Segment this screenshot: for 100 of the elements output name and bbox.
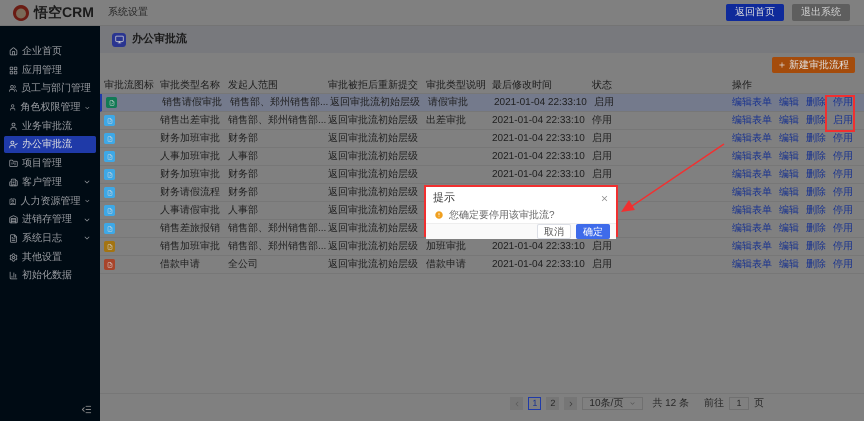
action-link[interactable]: 编辑表单 — [732, 149, 772, 164]
table-cell-text: 返回审批流初始层级 — [327, 114, 419, 128]
action-link[interactable]: 删除 — [806, 203, 826, 218]
sidebar-item[interactable]: 客户管理 — [4, 174, 96, 191]
action-link[interactable]: 编辑 — [779, 221, 799, 236]
logo-text: 悟空CRM — [34, 3, 95, 22]
sidebar-item[interactable]: 员工与部门管理 — [4, 80, 96, 98]
sidebar-item[interactable]: 其他设置 — [4, 248, 96, 266]
action-link[interactable]: 删除 — [806, 239, 826, 254]
nav-item[interactable]: 系统设置 — [108, 5, 148, 20]
action-link[interactable]: 编辑表单 — [732, 221, 772, 236]
warehouse-icon — [9, 215, 18, 224]
action-link[interactable]: 删除 — [806, 95, 826, 110]
action-link[interactable]: 删除 — [806, 257, 826, 272]
action-link[interactable]: 停用 — [833, 167, 853, 182]
sidebar-item[interactable]: 项目管理 — [4, 155, 96, 172]
action-link[interactable]: 编辑表单 — [732, 167, 772, 182]
table-row[interactable]: 财务加班审批 财务部 返回审批流初始层级 2021-01-04 22:33:10 启用 编辑表单 编辑 删除 停用 — [100, 166, 864, 184]
table-cell-text: 返回审批流初始层级 — [329, 96, 421, 110]
page-size-select[interactable]: 10条/页 — [582, 397, 644, 410]
table-cell-text: 人事部 — [227, 150, 259, 164]
action-link[interactable]: 停用 — [833, 221, 853, 236]
action-link[interactable]: 编辑 — [779, 131, 799, 146]
sidebar-item[interactable]: 初始化数据 — [4, 267, 96, 284]
sidebar-item[interactable]: 业务审批流 — [4, 118, 96, 135]
table-cell-text: 返回审批流初始层级 — [327, 168, 419, 182]
table-cell: 启用 — [592, 169, 612, 180]
table-cell: 2021-01-04 22:33:10 — [492, 259, 585, 270]
sidebar-item[interactable]: 角色权限管理 — [4, 99, 96, 116]
table-cell: 2021-01-04 22:33:10 — [492, 241, 585, 252]
table-cell: 启用 — [592, 259, 612, 270]
table-cell: 2021-01-04 22:33:10 — [492, 133, 585, 144]
action-link[interactable]: 停用 — [833, 203, 853, 218]
sidebar-item[interactable]: 系统日志 — [4, 230, 96, 247]
action-link[interactable]: 停用 — [833, 149, 853, 164]
action-link[interactable]: 停用 — [833, 185, 853, 200]
table-row[interactable]: 销售出差审批 销售部、郑州销售部... 返回审批流初始层级 出差审批 2021-01-04 22:33:10 停用 编辑表单 编辑 删除 启用 — [100, 112, 864, 130]
action-link[interactable]: 编辑 — [779, 257, 799, 272]
action-link[interactable]: 停用 — [833, 131, 853, 146]
action-link[interactable]: 删除 — [806, 113, 826, 128]
goto-field[interactable]: 1 — [729, 397, 749, 410]
action-link[interactable]: 启用 — [833, 113, 853, 128]
action-link[interactable]: 停用 — [833, 257, 853, 272]
action-link[interactable]: 编辑 — [779, 149, 799, 164]
dialog-button[interactable]: 取消 — [537, 224, 571, 238]
table-row[interactable]: 人事加班审批 人事部 返回审批流初始层级 2021-01-04 22:33:10 启用 编辑表单 编辑 删除 停用 — [100, 148, 864, 166]
action-link[interactable]: 编辑表单 — [732, 185, 772, 200]
header-button[interactable]: 退出系统 — [792, 4, 850, 21]
sidebar-item[interactable]: 人力资源管理 — [4, 192, 96, 210]
page-button[interactable]: 2 — [546, 397, 560, 410]
create-button[interactable]: 新建审批流程 — [772, 57, 855, 73]
close-icon[interactable] — [600, 194, 609, 203]
chevron-down-icon — [629, 400, 636, 407]
table-cell: 启用 — [592, 241, 612, 252]
action-link[interactable]: 编辑表单 — [732, 203, 772, 218]
table-cell: 请假审批 — [428, 97, 468, 108]
sidebar-item[interactable]: 应用管理 — [4, 62, 96, 79]
table-row[interactable]: 销售请假审批 销售部、郑州销售部... 返回审批流初始层级 请假审批 2021-01-04 22:33:10 启用 编辑表单 编辑 删除 停用 — [100, 94, 864, 112]
action-link[interactable]: 编辑 — [779, 203, 799, 218]
action-link[interactable]: 删除 — [806, 221, 826, 236]
action-link[interactable]: 删除 — [806, 149, 826, 164]
table-row[interactable]: 借款申请 全公司 返回审批流初始层级 借款申请 2021-01-04 22:33:10 启用 编辑表单 编辑 删除 停用 — [100, 256, 864, 274]
user-icon — [9, 140, 18, 150]
action-link[interactable]: 编辑表单 — [732, 239, 772, 254]
sidebar-item[interactable]: 办公审批流 — [4, 136, 96, 154]
action-link[interactable]: 编辑表单 — [732, 131, 772, 146]
dialog-message: 您确定要停用该审批流? — [449, 208, 555, 222]
table-row[interactable]: 销售加班审批 销售部、郑州销售部... 返回审批流初始层级 加班审批 2021-01-04 22:33:10 启用 编辑表单 编辑 删除 停用 — [100, 238, 864, 256]
next-page-button[interactable] — [564, 397, 578, 410]
dialog-button[interactable]: 确定 — [576, 224, 610, 238]
action-link[interactable]: 编辑表单 — [732, 257, 772, 272]
action-link[interactable]: 编辑 — [779, 113, 799, 128]
total-count: 共 12 条 — [652, 396, 689, 411]
page-button[interactable]: 1 — [528, 397, 542, 410]
action-link[interactable]: 停用 — [833, 95, 853, 110]
warning-icon — [434, 210, 444, 220]
table-cell-text: 财务部 — [227, 168, 259, 182]
action-link[interactable]: 编辑表单 — [732, 95, 772, 110]
settings-icon — [9, 252, 18, 262]
table-cell-text: 返回审批流初始层级 — [327, 222, 419, 236]
action-link[interactable]: 删除 — [806, 167, 826, 182]
table-cell-text: 销售部、郑州销售部... — [227, 222, 324, 236]
action-link[interactable]: 停用 — [833, 239, 853, 254]
table-cell-text: 人事请假审批 — [159, 204, 221, 218]
home-icon — [9, 47, 18, 56]
action-link[interactable]: 编辑 — [779, 185, 799, 200]
table-cell: 启用 — [592, 133, 612, 144]
action-link[interactable]: 编辑表单 — [732, 113, 772, 128]
header-button[interactable]: 返回首页 — [726, 4, 784, 21]
action-link[interactable]: 编辑 — [779, 167, 799, 182]
action-link[interactable]: 删除 — [806, 131, 826, 146]
column-header: 状态 — [591, 78, 613, 92]
action-link[interactable]: 删除 — [806, 185, 826, 200]
sidebar-item[interactable]: 进销存管理 — [4, 211, 96, 228]
collapse-icon[interactable] — [81, 404, 92, 415]
sidebar-item[interactable]: 企业首页 — [4, 43, 96, 60]
table-row[interactable]: 财务加班审批 财务部 返回审批流初始层级 2021-01-04 22:33:10 启用 编辑表单 编辑 删除 停用 — [100, 130, 864, 148]
action-link[interactable]: 编辑 — [779, 239, 799, 254]
action-link[interactable]: 编辑 — [779, 95, 799, 110]
table-cell-text: 财务部 — [227, 186, 259, 200]
